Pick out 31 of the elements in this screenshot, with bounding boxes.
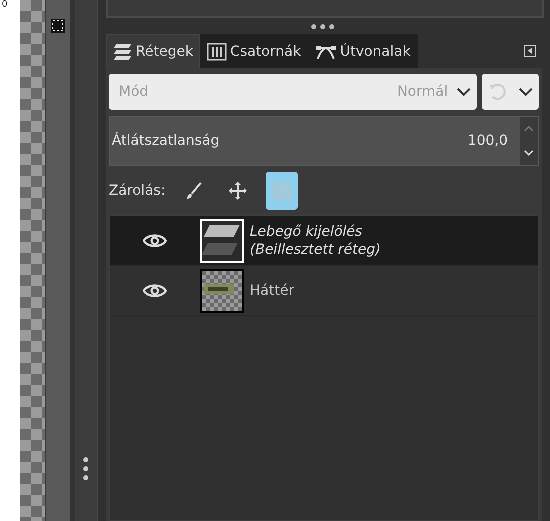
- layer-name: Háttér: [250, 282, 294, 300]
- mode-placeholder: Mód: [119, 84, 149, 100]
- chevron-down-icon[interactable]: [524, 150, 534, 156]
- layer-row[interactable]: Háttér: [110, 266, 538, 316]
- chevron-down-icon: [518, 88, 533, 96]
- checkerboard-icon: [272, 182, 291, 200]
- opacity-spinbox[interactable]: Átlátszatlanság 100,0: [109, 116, 539, 166]
- dock-tab[interactable]: Útvonalak: [308, 34, 418, 68]
- dock-tab[interactable]: Rétegek: [106, 34, 200, 68]
- brush-icon: [186, 182, 202, 200]
- layer-row[interactable]: Lebegő kijelölés (Beillesztett réteg): [110, 216, 538, 266]
- eye-icon[interactable]: [143, 232, 167, 248]
- chevron-down-icon: [457, 88, 471, 96]
- lock-toggle[interactable]: [266, 172, 298, 210]
- channels-icon: [207, 42, 228, 60]
- move-icon: [228, 182, 247, 200]
- layers-icon: [113, 42, 133, 60]
- layer-thumbnail-icon: [202, 270, 242, 310]
- panel-menu-icon[interactable]: [524, 45, 536, 57]
- ruler-label: 0: [2, 0, 8, 10]
- chevron-up-icon[interactable]: [524, 126, 534, 132]
- drag-handle-icon[interactable]: [311, 24, 335, 30]
- film-thumbnail-icon: [202, 220, 242, 260]
- eye-icon[interactable]: [143, 282, 167, 298]
- mode-value: Normál: [397, 84, 448, 100]
- lock-label: Zárolás:: [109, 183, 166, 199]
- selection-icon[interactable]: [51, 19, 65, 33]
- drag-handle-icon[interactable]: [83, 457, 89, 481]
- dock-tab[interactable]: Csatornák: [200, 34, 308, 68]
- layer-name: Lebegő kijelölés (Beillesztett réteg): [250, 222, 381, 258]
- reset-icon: [488, 83, 506, 101]
